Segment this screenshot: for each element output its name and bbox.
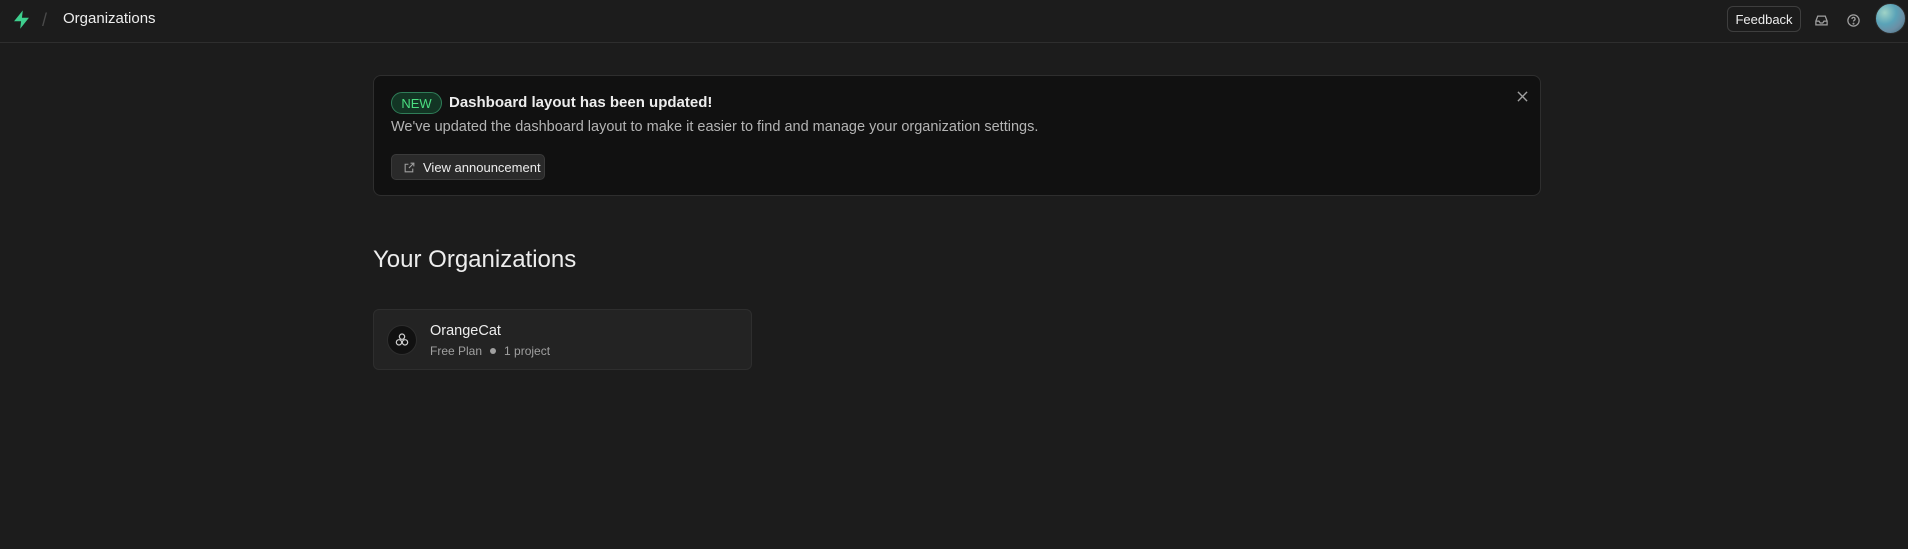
help-icon [1846, 13, 1860, 27]
supabase-logo-icon[interactable] [11, 9, 32, 30]
new-badge: NEW [391, 92, 442, 114]
announcement-banner: NEW Dashboard layout has been updated! W… [373, 75, 1541, 196]
close-banner-button[interactable] [1513, 87, 1531, 105]
view-announcement-label: View announcement [423, 159, 541, 175]
view-announcement-button[interactable]: View announcement [391, 154, 545, 180]
top-navigation-bar: / Organizations Feedback [0, 0, 1908, 43]
close-icon [1516, 90, 1528, 102]
your-organizations-heading: Your Organizations [373, 246, 577, 273]
page-title[interactable]: Organizations [63, 10, 156, 27]
announcement-title: Dashboard layout has been updated! [449, 94, 713, 111]
separator-dot [490, 348, 497, 354]
external-link-icon [404, 162, 415, 172]
organization-icon [387, 325, 417, 355]
organization-card[interactable]: OrangeCat Free Plan 1 project [373, 309, 752, 370]
inbox-button[interactable] [1810, 9, 1832, 31]
feedback-button[interactable]: Feedback [1727, 6, 1801, 32]
organization-project-count: 1 project [504, 344, 551, 358]
help-button[interactable] [1842, 9, 1864, 31]
organization-plan: Free Plan [430, 344, 483, 358]
inbox-icon [1814, 15, 1828, 25]
boxes-icon [395, 333, 409, 346]
organization-meta: Free Plan 1 project [430, 344, 550, 358]
organization-name: OrangeCat [430, 323, 501, 339]
breadcrumb-separator: / [42, 10, 48, 30]
announcement-description: We've updated the dashboard layout to ma… [391, 119, 1039, 135]
user-avatar[interactable] [1875, 3, 1906, 34]
